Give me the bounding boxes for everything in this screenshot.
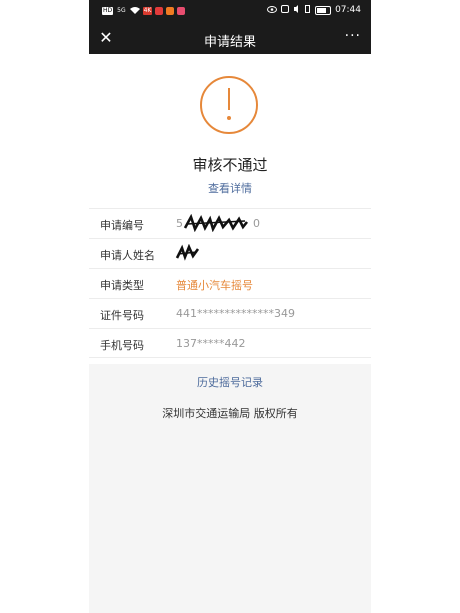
info-row-phone-number: 手机号码 137*****442 [89, 328, 371, 358]
redaction-scribble [175, 244, 200, 261]
phone-screen: HD 5G 4K 07:44 ✕ 申请结果 ··· 审核不通过 查看详情 申请编… [89, 0, 371, 613]
eye-icon [267, 5, 278, 15]
page-title: 申请结果 [203, 35, 256, 50]
status-left-icons: HD 5G 4K [102, 6, 186, 16]
nfc-icon [281, 5, 290, 15]
info-value: 5 [176, 217, 183, 230]
view-details-link[interactable]: 查看详情 [89, 180, 371, 196]
info-row-application-type: 申请类型 普通小汽车摇号 [89, 268, 371, 298]
info-row-applicant-name: 申请人姓名 [89, 238, 371, 268]
vibrate-icon [304, 5, 311, 15]
info-value: 普通小汽车摇号 [176, 279, 253, 292]
app-icon-pink [177, 7, 186, 15]
info-label: 申请人姓名 [100, 249, 155, 262]
info-label: 证件号码 [100, 309, 144, 322]
status-bar: HD 5G 4K 07:44 [89, 0, 371, 22]
info-value: 137*****442 [176, 337, 246, 350]
network-badge: 5G [117, 7, 126, 14]
more-menu-icon[interactable]: ··· [345, 28, 361, 44]
battery-icon [315, 5, 332, 15]
info-value-suffix: 0 [253, 217, 260, 230]
app-badge: 4K [142, 7, 153, 15]
mute-icon [293, 5, 300, 15]
info-row-id-number: 证件号码 441**************349 [89, 298, 371, 328]
result-status-title: 审核不通过 [192, 156, 268, 174]
info-row-application-number: 申请编号 5 0 [89, 208, 371, 238]
status-right-icons: 07:44 [267, 5, 361, 15]
nav-bar: ✕ 申请结果 ··· [89, 22, 371, 54]
wifi-icon [129, 6, 140, 16]
copyright-text: 深圳市交通运输局 版权所有 [162, 407, 298, 420]
info-label: 手机号码 [100, 339, 144, 352]
info-label: 申请编号 [100, 219, 144, 232]
app-icon-red [155, 7, 164, 15]
redaction-scribble [183, 214, 249, 232]
application-info-list: 申请编号 5 0 申请人姓名 申请类型 普通小汽车摇号 证件号码 441****… [89, 208, 371, 358]
result-panel: 审核不通过 查看详情 申请编号 5 0 申请人姓名 申请类型 普通小汽车摇号 证… [89, 54, 371, 364]
hd-badge: HD [102, 7, 114, 15]
app-icon-orange [166, 7, 175, 15]
info-label: 申请类型 [100, 279, 144, 292]
lottery-history-link[interactable]: 历史摇号记录 [89, 374, 371, 390]
clock: 07:44 [335, 5, 361, 15]
info-value: 441**************349 [176, 307, 295, 320]
warning-icon [200, 76, 258, 134]
